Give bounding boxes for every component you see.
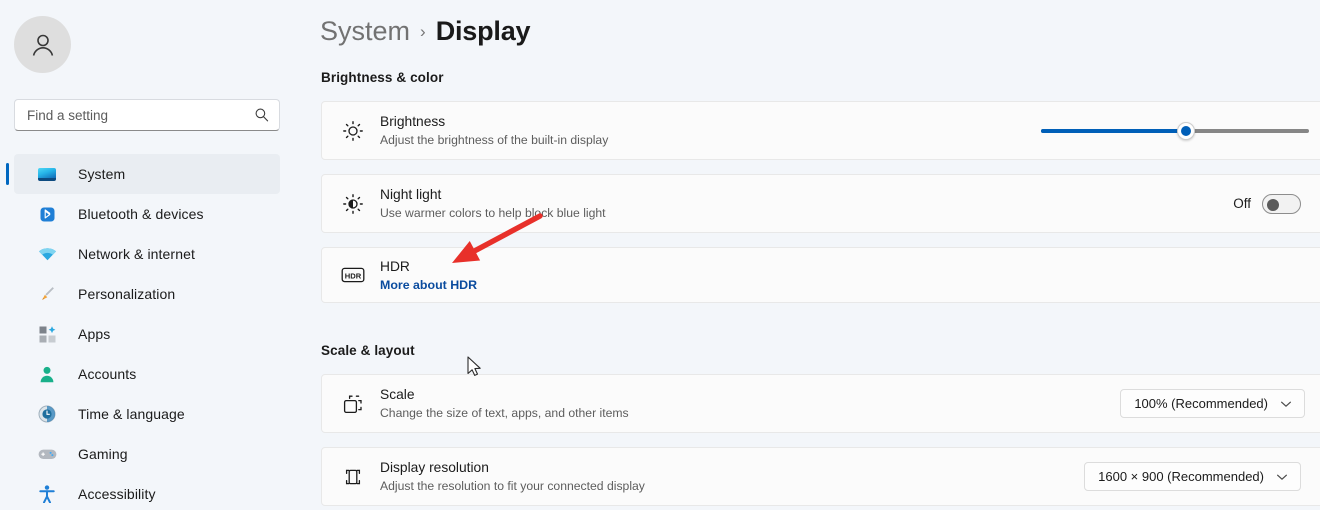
row-night-light[interactable]: Night light Use warmer colors to help bl…	[321, 174, 1320, 233]
user-avatar-icon	[28, 30, 58, 60]
display-resolution-icon	[340, 464, 366, 490]
sidebar-item-label: Personalization	[78, 286, 175, 302]
chevron-down-icon[interactable]	[1277, 395, 1295, 413]
row-title: Brightness	[380, 113, 1041, 130]
row-subtitle: Adjust the brightness of the built-in di…	[380, 132, 1041, 148]
search-icon[interactable]	[254, 107, 270, 123]
sidebar-item-accessibility[interactable]: Accessibility	[14, 474, 280, 510]
apps-grid-icon	[37, 324, 57, 344]
search-box[interactable]	[14, 99, 280, 131]
sidebar-item-label: Network & internet	[78, 246, 195, 262]
svg-text:HDR: HDR	[345, 271, 362, 280]
clock-icon	[37, 404, 57, 424]
sidebar-item-label: Gaming	[78, 446, 128, 462]
sidebar-item-personalization[interactable]: Personalization	[14, 274, 280, 314]
dropdown-value: 100% (Recommended)	[1134, 396, 1268, 411]
sun-icon	[340, 118, 366, 144]
monitor-icon	[37, 164, 57, 184]
row-brightness[interactable]: Brightness Adjust the brightness of the …	[321, 101, 1320, 160]
chevron-down-icon[interactable]	[1273, 468, 1291, 486]
row-controls: 100% (Recommended)	[1120, 389, 1320, 418]
sidebar-item-label: Time & language	[78, 406, 185, 422]
row-subtitle: Use warmer colors to help block blue lig…	[380, 205, 1233, 221]
sidebar-item-gaming[interactable]: Gaming	[14, 434, 280, 474]
gamepad-icon	[37, 444, 57, 464]
accessibility-icon	[37, 484, 57, 504]
slider-thumb[interactable]	[1177, 122, 1195, 140]
row-display-resolution[interactable]: Display resolution Adjust the resolution…	[321, 447, 1320, 506]
paintbrush-icon	[37, 284, 57, 304]
sidebar-item-label: Accounts	[78, 366, 136, 382]
bluetooth-icon	[37, 204, 57, 224]
row-title: Night light	[380, 186, 1233, 203]
row-controls	[1041, 121, 1320, 141]
slider-fill	[1041, 129, 1186, 133]
breadcrumb: System › Display	[320, 16, 530, 47]
row-title: Scale	[380, 386, 1120, 403]
row-scale[interactable]: Scale Change the size of text, apps, and…	[321, 374, 1320, 433]
avatar[interactable]	[14, 16, 71, 73]
search-input[interactable]	[27, 108, 254, 123]
more-about-hdr-link[interactable]: More about HDR	[380, 277, 1319, 293]
breadcrumb-parent[interactable]: System	[320, 16, 410, 47]
scale-icon	[340, 391, 366, 417]
section-header-brightness-color: Brightness & color	[321, 70, 444, 85]
sidebar-item-label: System	[78, 166, 125, 182]
row-hdr[interactable]: HDR HDR More about HDR	[321, 247, 1320, 303]
dropdown-value: 1600 × 900 (Recommended)	[1098, 469, 1264, 484]
row-subtitle: Change the size of text, apps, and other…	[380, 405, 1120, 421]
sidebar-item-label: Bluetooth & devices	[78, 206, 204, 222]
row-subtitle: Adjust the resolution to fit your connec…	[380, 478, 1084, 494]
sidebar-item-label: Accessibility	[78, 486, 156, 502]
hdr-badge-icon: HDR	[340, 262, 366, 288]
sidebar-item-apps[interactable]: Apps	[14, 314, 280, 354]
chevron-right-icon: ›	[420, 22, 426, 42]
row-title: HDR	[380, 258, 1319, 275]
row-controls: 1600 × 900 (Recommended)	[1084, 462, 1320, 491]
night-light-toggle[interactable]	[1262, 194, 1301, 214]
toggle-knob	[1267, 199, 1279, 211]
person-icon	[37, 364, 57, 384]
toggle-state-label: Off	[1233, 196, 1251, 211]
wifi-icon	[37, 244, 57, 264]
main-content: System › Display Brightness & color	[310, 0, 1320, 510]
sidebar-nav: System Bluetooth & devices	[0, 154, 310, 510]
settings-window: System Bluetooth & devices	[0, 0, 1320, 510]
page-title: Display	[436, 16, 531, 47]
brightness-slider[interactable]	[1041, 121, 1309, 141]
sidebar-item-label: Apps	[78, 326, 110, 342]
sidebar-item-system[interactable]: System	[14, 154, 280, 194]
resolution-dropdown[interactable]: 1600 × 900 (Recommended)	[1084, 462, 1301, 491]
row-title: Display resolution	[380, 459, 1084, 476]
sidebar-item-time-language[interactable]: Time & language	[14, 394, 280, 434]
scale-dropdown[interactable]: 100% (Recommended)	[1120, 389, 1305, 418]
sidebar-item-network-internet[interactable]: Network & internet	[14, 234, 280, 274]
sidebar-item-accounts[interactable]: Accounts	[14, 354, 280, 394]
sidebar: System Bluetooth & devices	[0, 0, 310, 510]
sidebar-item-bluetooth-devices[interactable]: Bluetooth & devices	[14, 194, 280, 234]
row-controls: Off	[1233, 194, 1320, 214]
section-header-scale-layout: Scale & layout	[321, 343, 415, 358]
night-light-icon	[340, 191, 366, 217]
